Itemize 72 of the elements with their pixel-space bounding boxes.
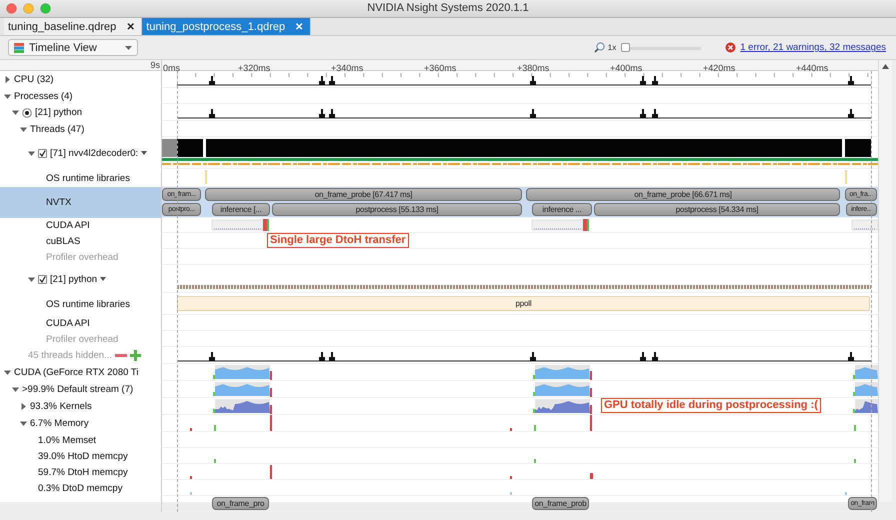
zoom-icon: [594, 42, 605, 53]
tree-item[interactable]: [21] python: [0, 104, 162, 121]
checkbox[interactable]: [38, 274, 47, 284]
disclosure-triangle-icon[interactable]: [20, 403, 27, 410]
tree-item[interactable]: 93.3% Kernels: [0, 398, 162, 415]
zoom-slider[interactable]: [621, 42, 702, 52]
tree-item[interactable]: [21] python: [0, 265, 162, 293]
time-tick-label: +320ms: [238, 63, 270, 73]
nvtx-range-bar: on_frame_probe [67.417 ms]: [205, 188, 522, 201]
caret-icon[interactable]: [141, 151, 148, 155]
tree-item[interactable]: 39.0% HtoD memcpy: [0, 448, 162, 464]
tree-item[interactable]: OS runtime libraries: [0, 293, 162, 315]
tab[interactable]: tuning_postprocess_1.qdrep ✕: [142, 18, 312, 35]
disclosure-triangle-icon[interactable]: [4, 369, 11, 376]
disclosure-triangle-icon[interactable]: [4, 76, 11, 83]
disclosure-triangle-icon[interactable]: [20, 420, 27, 427]
disclosure-triangle-icon[interactable]: [4, 92, 11, 100]
disclosure-triangle-icon[interactable]: [12, 386, 19, 393]
disclosure-triangle-icon[interactable]: [28, 276, 35, 282]
radio-button[interactable]: [22, 108, 32, 118]
timeline-view-icon: [14, 42, 24, 52]
time-offset-label: 9s: [150, 60, 160, 70]
time-tick-label: 0ms: [163, 63, 180, 73]
scroll-up-arrow-icon[interactable]: [882, 64, 889, 69]
tree-item[interactable]: 6.7% Memory: [0, 415, 162, 432]
os-runtime-range-bar: ppoll: [177, 296, 870, 311]
checkbox[interactable]: [38, 148, 47, 158]
nvtx-range-bar: postprocess [54.334 ms]: [594, 203, 840, 216]
time-tick-label: +380ms: [517, 63, 550, 73]
time-tick-label: +360ms: [424, 63, 456, 73]
window-close-button[interactable]: [6, 3, 17, 14]
tree-item[interactable]: 59.7% DtoH memcpy: [0, 464, 162, 480]
collapse-minus-icon[interactable]: [114, 354, 127, 358]
nvtx-range-bar: on_frame_prob: [532, 497, 589, 510]
tree-item[interactable]: 0.3% DtoD memcpy: [0, 480, 162, 496]
time-tick-label: +400ms: [610, 63, 642, 73]
nvtx-range-bar: inference [...: [212, 203, 270, 216]
tree-item[interactable]: CUDA API: [0, 218, 162, 233]
nvtx-range-bar: postprocess [55.133 ms]: [272, 203, 522, 216]
tree-item[interactable]: NVTX: [0, 187, 162, 218]
view-dropdown[interactable]: Timeline View: [8, 39, 138, 56]
tree-item[interactable]: CUDA API: [0, 315, 162, 331]
annotation-callout: Single large DtoH transfer: [267, 233, 409, 248]
caret-icon[interactable]: [100, 277, 106, 281]
close-tab-button[interactable]: ✕: [126, 20, 134, 32]
time-tick-label: +420ms: [703, 63, 736, 73]
window-title: NVIDIA Nsight Systems 2020.1.1: [367, 2, 529, 14]
disclosure-triangle-icon[interactable]: [20, 126, 27, 132]
nvtx-range-bar: on_frame_probe [66.671 ms]: [526, 188, 840, 201]
tab[interactable]: tuning_baseline.qdrep ✕: [4, 18, 142, 35]
tree-item[interactable]: CUDA (GeForce RTX 2080 Ti: [0, 364, 162, 381]
time-tick-label: +440ms: [796, 63, 828, 73]
slider-thumb[interactable]: [621, 42, 630, 52]
expand-plus-icon[interactable]: [130, 350, 141, 361]
tree-item[interactable]: cuBLAS: [0, 233, 162, 249]
scrollbar[interactable]: [878, 60, 892, 502]
tree-item[interactable]: >99.9% Default stream (7): [0, 381, 162, 398]
tree-item[interactable]: Threads (47): [0, 121, 162, 137]
close-tab-button[interactable]: ✕: [295, 20, 304, 32]
disclosure-triangle-icon[interactable]: [28, 150, 35, 156]
zoom-factor-label: 1x: [608, 43, 616, 52]
diagnostics-link[interactable]: 1 error, 21 warnings, 32 messages: [740, 42, 886, 53]
caret-icon: [125, 46, 132, 50]
nvtx-range-bar: on_frame_pro: [212, 497, 269, 510]
tree-item[interactable]: CPU (32): [0, 71, 162, 88]
error-icon: [725, 42, 736, 53]
disclosure-triangle-icon[interactable]: [12, 109, 19, 116]
nvtx-range-bar: inference ...: [532, 203, 592, 216]
tree-item[interactable]: 1.0% Memset: [0, 432, 162, 448]
time-tick-label: +340ms: [331, 63, 364, 73]
tree-item[interactable]: Processes (4): [0, 88, 162, 104]
annotation-callout: GPU totally idle during postprocessing :(: [601, 398, 821, 413]
